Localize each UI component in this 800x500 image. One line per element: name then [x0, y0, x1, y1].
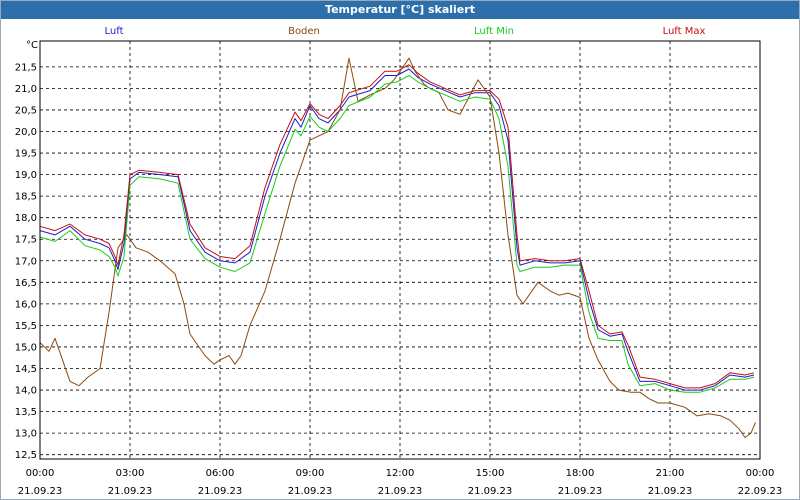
series-line-luft-max — [39, 64, 755, 389]
legend: Luft Boden Luft Min Luft Max — [105, 26, 706, 37]
y-tick-label: 15,5 — [15, 321, 37, 332]
series-line-luft-min — [39, 75, 755, 393]
y-tick-label: 16,0 — [15, 299, 37, 310]
x-tick-time: 06:00 — [206, 468, 235, 479]
x-tick-date: 21.09.23 — [558, 486, 603, 497]
y-tick-label: 14,0 — [15, 386, 37, 397]
x-tick-time: 21:00 — [656, 468, 685, 479]
y-tick-label: 16,5 — [15, 278, 37, 289]
y-tick-label: 13,5 — [15, 407, 37, 418]
y-tick-label: 19,0 — [15, 170, 37, 181]
y-tick-label: 19,5 — [15, 149, 37, 160]
y-tick-label: 15,0 — [15, 342, 37, 353]
chart-window: Temperatur [°C] skaliert Luft Boden Luft M… — [0, 0, 800, 500]
x-tick-time: 12:00 — [386, 468, 415, 479]
x-tick-date: 21.09.23 — [198, 486, 243, 497]
y-tick-label: 12,5 — [15, 450, 37, 461]
legend-entry: Boden — [288, 26, 320, 37]
y-axis-label: °C — [26, 40, 38, 51]
x-tick-date: 21.09.23 — [108, 486, 153, 497]
grid — [40, 41, 760, 459]
y-tick-label: 21,0 — [15, 84, 37, 95]
x-tick-time: 09:00 — [296, 468, 325, 479]
x-tick-date: 21.09.23 — [648, 486, 693, 497]
x-tick-time: 18:00 — [566, 468, 595, 479]
y-tick-label: 14,5 — [15, 364, 37, 375]
x-tick-time: 00:00 — [26, 468, 55, 479]
legend-entry: Luft Max — [663, 26, 706, 37]
x-axis-ticks: 00:00 21.09.23 03:00 21.09.23 06:00 21.09.23 0… — [18, 468, 783, 497]
y-tick-label: 17,0 — [15, 256, 37, 267]
x-tick-date: 21.09.23 — [18, 486, 63, 497]
y-tick-label: 20,5 — [15, 105, 37, 116]
x-tick-date: 22.09.23 — [738, 486, 783, 497]
x-tick-date: 21.09.23 — [288, 486, 333, 497]
y-tick-label: 18,5 — [15, 192, 37, 203]
x-tick-time: 03:00 — [116, 468, 145, 479]
y-tick-label: 21,5 — [15, 62, 37, 73]
x-tick-date: 21.09.23 — [378, 486, 423, 497]
legend-entry: Luft — [105, 26, 124, 37]
x-tick-date: 21.09.23 — [468, 486, 513, 497]
y-tick-label: 13,0 — [15, 429, 37, 440]
temperature-chart: Luft Boden Luft Min Luft Max °C 12,5 13,0 13,… — [15, 26, 783, 497]
y-axis-ticks: 12,5 13,0 13,5 14,0 14,5 15,0 15,5 16,0 16,5 17,0… — [15, 62, 37, 461]
series-line-luft — [39, 68, 755, 391]
y-tick-label: 17,5 — [15, 235, 37, 246]
y-tick-label: 18,0 — [15, 213, 37, 224]
x-tick-time: 00:00 — [746, 468, 775, 479]
legend-entry: Luft Min — [474, 26, 514, 37]
series-line-boden — [39, 57, 756, 438]
y-tick-label: 20,0 — [15, 127, 37, 138]
x-tick-time: 15:00 — [476, 468, 505, 479]
chart-title: Temperatur [°C] skaliert — [1, 1, 799, 19]
series-lines — [39, 57, 756, 438]
